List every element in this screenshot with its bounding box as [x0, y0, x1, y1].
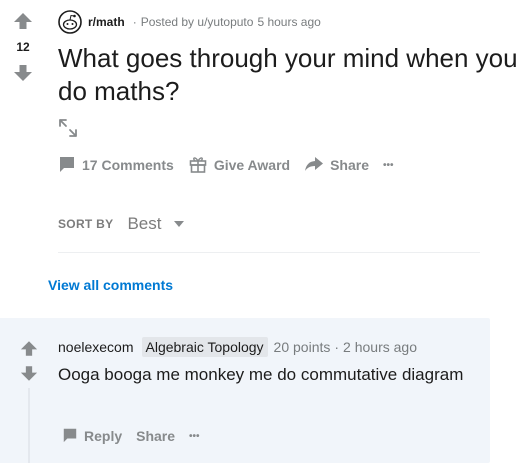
comment-share-button[interactable]: Share	[136, 428, 175, 444]
meta-separator: ·	[334, 339, 340, 355]
subreddit-avatar-icon[interactable]	[58, 10, 82, 34]
meta-separator: ·	[132, 15, 137, 29]
gift-icon	[188, 154, 214, 177]
comments-button[interactable]: 17 Comments	[58, 155, 174, 176]
sort-dropdown[interactable]: SORT BY Best	[58, 214, 185, 234]
post-time[interactable]: 5 hours ago	[257, 15, 320, 29]
divider	[58, 252, 480, 253]
comment-meta: noelexecom Algebraic Topology 20 points …	[58, 336, 417, 358]
comment-bubble-icon	[62, 427, 84, 446]
post-score: 12	[16, 40, 30, 54]
more-options-label: •••	[383, 159, 394, 171]
thread-line[interactable]	[28, 388, 30, 463]
share-button[interactable]: Share	[304, 155, 369, 176]
give-award-label: Give Award	[213, 157, 291, 173]
comment-more-options-button[interactable]: •••	[189, 431, 200, 442]
comment-bubble-icon	[58, 155, 82, 176]
comment-body: Ooga booga me monkey me do commutative d…	[58, 365, 464, 384]
expand-icon[interactable]	[57, 117, 79, 139]
chevron-down-icon	[173, 215, 185, 233]
reply-button[interactable]: Reply	[62, 427, 122, 446]
post-title: What goes through your mind when you do …	[58, 43, 518, 106]
share-label: Share	[330, 157, 369, 173]
share-arrow-icon	[304, 155, 330, 176]
sort-label: SORT BY	[58, 217, 114, 231]
comment-points: 20 points	[273, 339, 331, 355]
view-all-comments-link[interactable]: View all comments	[48, 277, 173, 293]
more-options-button[interactable]: •••	[383, 160, 394, 171]
downvote-arrow-icon[interactable]	[13, 64, 33, 82]
comment-more-label: •••	[189, 430, 200, 442]
subreddit-link[interactable]: r/math	[88, 15, 125, 29]
comment: noelexecom Algebraic Topology 20 points …	[0, 318, 490, 463]
comment-time[interactable]: 2 hours ago	[343, 339, 417, 355]
user-flair: Algebraic Topology	[141, 337, 268, 357]
post-action-bar: 17 Comments Give Award Share •••	[58, 153, 408, 177]
reply-label: Reply	[84, 428, 123, 444]
downvote-arrow-icon[interactable]	[20, 365, 40, 383]
posted-by[interactable]: Posted by u/yutoputo	[141, 15, 254, 29]
comments-label: 17 Comments	[82, 157, 174, 173]
comment-share-label: Share	[136, 428, 176, 444]
comment-action-bar: Reply Share •••	[62, 425, 214, 447]
give-award-button[interactable]: Give Award	[188, 154, 290, 177]
post-meta: r/math · Posted by u/yutoputo 5 hours ag…	[58, 9, 321, 35]
comment-author[interactable]: noelexecom	[58, 339, 134, 355]
upvote-arrow-icon[interactable]	[20, 340, 40, 358]
upvote-arrow-icon[interactable]	[13, 12, 33, 30]
sort-value: Best	[127, 214, 162, 233]
